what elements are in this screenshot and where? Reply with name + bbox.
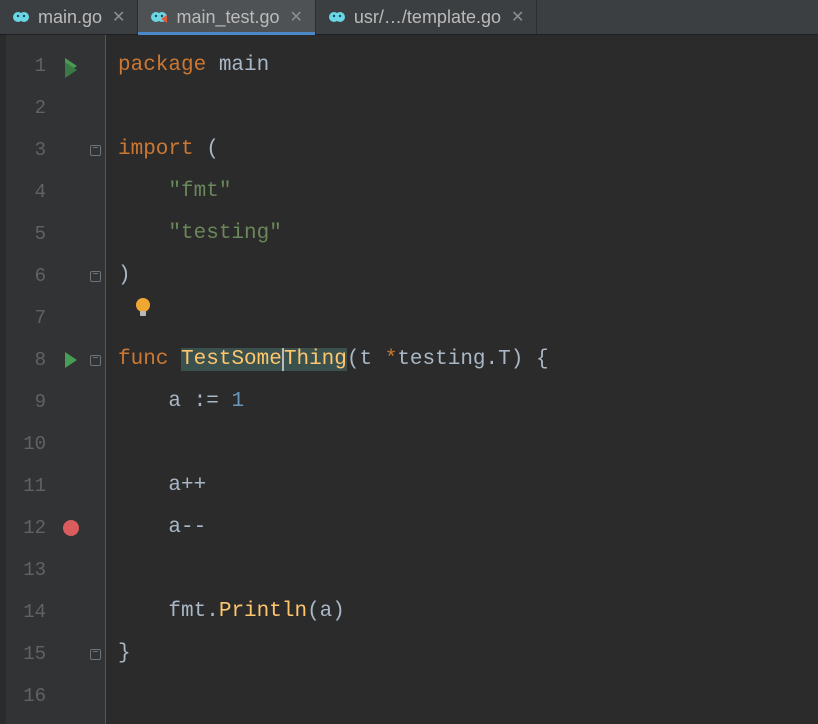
fold-end-icon[interactable]: − <box>90 649 101 660</box>
fold-toggle-icon[interactable]: − <box>90 145 101 156</box>
code-line[interactable]: fmt.Println(a) <box>106 591 818 633</box>
go-test-file-icon <box>150 10 168 24</box>
tab-label: main.go <box>38 7 102 28</box>
line-number-gutter: 1 2 3 4 5 6 7 8 9 10 11 12 13 14 15 16 <box>6 35 56 724</box>
fold-toggle-icon[interactable]: − <box>90 355 101 366</box>
breakpoint-icon[interactable] <box>63 520 79 536</box>
close-icon[interactable]: ✕ <box>288 7 305 27</box>
line-number: 3 <box>6 129 56 171</box>
line-number: 5 <box>6 213 56 255</box>
go-file-icon <box>12 10 30 24</box>
line-number: 4 <box>6 171 56 213</box>
line-number: 2 <box>6 87 56 129</box>
line-number: 7 <box>6 297 56 339</box>
line-number: 6 <box>6 255 56 297</box>
line-number: 16 <box>6 675 56 717</box>
line-number: 13 <box>6 549 56 591</box>
line-number: 1 <box>6 45 56 87</box>
tab-main-test-go[interactable]: main_test.go ✕ <box>138 0 315 34</box>
code-line[interactable]: a := 1 <box>106 381 818 423</box>
code-line[interactable] <box>106 87 818 129</box>
code-line[interactable]: ) <box>106 255 818 297</box>
code-area[interactable]: package main import ( "fmt" "testing" ) … <box>106 35 818 724</box>
tab-main-go[interactable]: main.go ✕ <box>0 0 138 34</box>
code-line[interactable] <box>106 549 818 591</box>
code-line[interactable]: a++ <box>106 465 818 507</box>
code-editor[interactable]: 1 2 3 4 5 6 7 8 9 10 11 12 13 14 15 16 <box>0 35 818 724</box>
line-number: 12 <box>6 507 56 549</box>
line-number: 9 <box>6 381 56 423</box>
intention-bulb-icon[interactable] <box>134 297 152 319</box>
tab-label: main_test.go <box>176 7 279 28</box>
line-number: 15 <box>6 633 56 675</box>
fold-column[interactable]: − − − − <box>86 35 106 724</box>
code-line[interactable] <box>106 675 818 717</box>
go-file-icon <box>328 10 346 24</box>
line-number: 14 <box>6 591 56 633</box>
code-line[interactable] <box>106 297 818 339</box>
run-file-icon[interactable] <box>65 58 77 74</box>
code-line[interactable]: "testing" <box>106 213 818 255</box>
code-line[interactable]: package main <box>106 45 818 87</box>
line-number: 8 <box>6 339 56 381</box>
tab-template-go[interactable]: usr/…/template.go ✕ <box>316 0 537 34</box>
tab-label: usr/…/template.go <box>354 7 501 28</box>
editor-tab-bar: main.go ✕ main_test.go ✕ usr/…/template.… <box>0 0 818 35</box>
code-line[interactable]: a-- <box>106 507 818 549</box>
code-line[interactable]: "fmt" <box>106 171 818 213</box>
code-line[interactable]: func TestSomeThing(t *testing.T) { <box>106 339 818 381</box>
close-icon[interactable]: ✕ <box>509 7 526 27</box>
code-line[interactable]: import ( <box>106 129 818 171</box>
code-line[interactable]: } <box>106 633 818 675</box>
gutter-icon-column[interactable] <box>56 35 86 724</box>
line-number: 10 <box>6 423 56 465</box>
line-number: 11 <box>6 465 56 507</box>
code-line[interactable] <box>106 423 818 465</box>
fold-end-icon[interactable]: − <box>90 271 101 282</box>
run-test-icon[interactable] <box>65 352 77 368</box>
close-icon[interactable]: ✕ <box>110 7 127 27</box>
